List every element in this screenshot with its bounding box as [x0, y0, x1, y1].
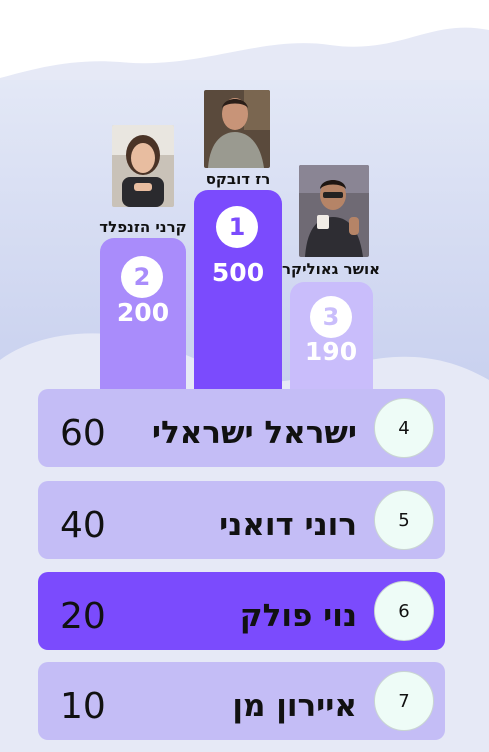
podium-name: רז דובקס: [205, 170, 271, 188]
rank-badge: 2: [121, 256, 163, 298]
person-photo-woman-icon: [112, 125, 174, 207]
person-photo-man-hoodie-icon: [204, 90, 270, 168]
person-photo-man-thumbsup-icon: [299, 165, 369, 257]
podium-score: 500: [211, 258, 265, 287]
leaderboard-row-highlighted[interactable]: 6 נוי פולק 20: [38, 572, 445, 650]
player-score: 20: [60, 596, 106, 637]
leaderboard-row[interactable]: 5 רוני דואני 40: [38, 481, 445, 559]
podium-score: 200: [116, 298, 170, 327]
player-name: רוני דואני: [219, 507, 357, 543]
player-score: 60: [60, 413, 106, 454]
leaderboard-row[interactable]: 7 איירון מן 10: [38, 662, 445, 740]
player-score: 10: [60, 686, 106, 727]
podium-name: אושר גאוליקר: [282, 260, 381, 278]
player-name: איירון מן: [232, 688, 357, 724]
podium-second-place: קרני הזנפלד 2 200: [99, 125, 187, 398]
rank-badge: 3: [310, 296, 352, 338]
rank-circle: 5: [374, 490, 434, 550]
rank-circle: 7: [374, 671, 434, 731]
podium-score: 190: [304, 337, 358, 366]
podium-name: קרני הזנפלד: [99, 218, 187, 236]
podium-third-place: אושר גאוליקר 3 190: [282, 165, 380, 402]
rank-badge: 1: [216, 206, 258, 248]
rank-circle: 6: [374, 581, 434, 641]
rank-circle: 4: [374, 398, 434, 458]
podium-first-place: רז דובקס 1 500: [194, 90, 282, 390]
player-name: ישראל ישראלי: [151, 415, 357, 451]
leaderboard-row[interactable]: 4 ישראל ישראלי 60: [38, 389, 445, 467]
player-score: 40: [60, 505, 106, 546]
player-name: נוי פולק: [239, 598, 357, 634]
